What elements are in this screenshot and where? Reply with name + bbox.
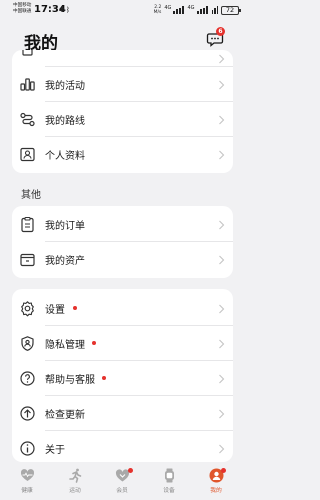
carrier-info: 中国移动 中国联通	[13, 3, 31, 15]
running-icon	[68, 468, 81, 483]
wallet-icon	[20, 253, 35, 267]
list-item-label: 我的路线	[45, 116, 85, 127]
net-speed: 2.2 M/s	[154, 5, 162, 15]
tab-health[interactable]: 健康	[7, 468, 47, 498]
list-item-settings[interactable]: 设置	[12, 291, 233, 326]
battery-icon: 72	[221, 5, 241, 15]
chevron-right-icon	[219, 54, 225, 63]
tab-member[interactable]: 会员	[102, 468, 142, 498]
list-item-route[interactable]: 我的路线	[12, 102, 233, 137]
signal-label-2: 4G	[187, 5, 195, 11]
card-other: 我的订单 我的资产	[12, 206, 233, 278]
heart-icon	[20, 469, 34, 481]
net-speed-unit: M/s	[153, 10, 162, 15]
bottom-nav: 健康 运动 会员 设备 我的	[0, 462, 245, 500]
list-partial-icon	[22, 50, 33, 56]
chevron-right-icon	[219, 255, 225, 264]
update-icon	[20, 406, 35, 421]
signal-icon-2	[196, 6, 208, 14]
card-my-data: 我的活动 我的路线 个人资料	[12, 50, 233, 173]
list-item-assets[interactable]: 我的资产	[12, 242, 233, 277]
list-item-activity[interactable]: 我的活动	[12, 67, 233, 102]
chevron-right-icon	[219, 115, 225, 124]
section-title-other: 其他	[21, 190, 41, 201]
tab-label: 我的	[210, 488, 222, 494]
list-item-label: 关于	[45, 445, 65, 456]
signal-label-1: 4G	[164, 5, 172, 11]
tab-label: 设备	[163, 488, 175, 494]
tab-device[interactable]: 设备	[149, 468, 189, 498]
list-item-help[interactable]: 帮助与客服	[12, 361, 233, 396]
list-item-label: 隐私管理	[45, 340, 85, 351]
chevron-right-icon	[219, 339, 225, 348]
bluetooth-icon: ᛒ	[65, 6, 72, 14]
list-item-label: 我的订单	[45, 221, 85, 232]
list-item-label: 检查更新	[45, 410, 85, 421]
list-item-privacy[interactable]: 隐私管理	[12, 326, 233, 361]
chevron-right-icon	[219, 374, 225, 383]
list-item-partial[interactable]	[12, 50, 233, 67]
profile-icon	[20, 147, 35, 162]
notification-dot	[92, 341, 96, 345]
tab-exercise[interactable]: 运动	[55, 468, 95, 498]
tab-label: 会员	[116, 488, 128, 494]
tab-label: 运动	[69, 488, 81, 494]
list-item-check-update[interactable]: 检查更新	[12, 396, 233, 431]
list-item-orders[interactable]: 我的订单	[12, 207, 233, 242]
list-item-label: 个人资料	[45, 151, 85, 162]
list-item-label: 设置	[45, 305, 65, 316]
card-settings: 设置 隐私管理 帮助与客服 检查更新 关于	[12, 289, 233, 462]
notification-dot	[128, 468, 133, 473]
list-item-label: 我的活动	[45, 81, 85, 92]
status-bar: 中国移动 中国联通 17:34 ✱ᛒ 2.2 M/s 4G 4G 72	[0, 0, 245, 22]
chevron-right-icon	[219, 220, 225, 229]
chevron-right-icon	[219, 444, 225, 453]
order-icon	[21, 216, 34, 233]
chevron-right-icon	[219, 304, 225, 313]
list-item-profile[interactable]: 个人资料	[12, 137, 233, 172]
notification-dot	[102, 376, 106, 380]
message-badge: 6	[216, 27, 225, 36]
notification-dot	[221, 468, 226, 473]
signal-icon	[173, 6, 185, 14]
chevron-right-icon	[219, 80, 225, 89]
tab-me[interactable]: 我的	[196, 468, 236, 498]
list-item-label: 我的资产	[45, 256, 85, 267]
list-item-label: 帮助与客服	[45, 375, 95, 386]
status-icons: ✱ᛒ	[59, 6, 71, 14]
route-icon	[20, 112, 35, 127]
chart-icon	[20, 78, 35, 91]
carrier-line-2: 中国联通	[13, 9, 32, 14]
chevron-right-icon	[219, 409, 225, 418]
tab-label: 健康	[21, 488, 33, 494]
list-item-about[interactable]: 关于	[12, 431, 233, 462]
watch-icon	[164, 468, 174, 483]
do-not-disturb-icon: ✱	[59, 6, 66, 14]
gear-icon	[21, 301, 34, 317]
status-right: 2.2 M/s 4G 4G 72	[154, 5, 241, 15]
help-icon	[20, 371, 35, 386]
privacy-icon	[21, 336, 34, 351]
wifi-icon	[211, 6, 218, 14]
chevron-right-icon	[219, 150, 225, 159]
info-icon	[20, 441, 35, 456]
notification-dot	[73, 306, 77, 310]
